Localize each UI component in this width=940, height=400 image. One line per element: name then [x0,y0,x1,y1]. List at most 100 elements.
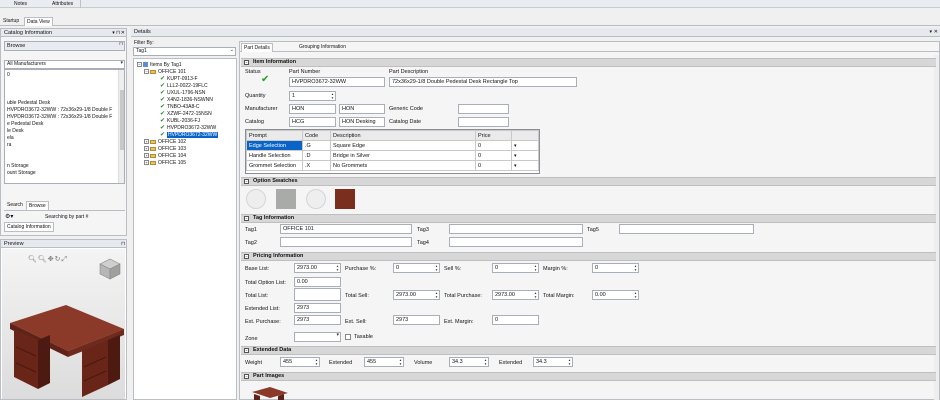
manufacturer-name-field[interactable]: HON [339,104,385,114]
spin-icon[interactable]: ▲ ▼ [534,264,537,272]
collapse-icon[interactable]: − [244,374,249,379]
spin-icon[interactable]: ▲ ▼ [568,358,571,366]
collapse-icon[interactable]: − [137,62,142,68]
collapse-icon[interactable]: − [144,69,149,75]
extended2-field[interactable]: 34.3 ▲ ▼ [533,357,573,367]
spin-icon[interactable]: ▲ ▼ [634,291,637,299]
spin-icon[interactable]: ▲ ▼ [336,264,339,272]
collapse-icon[interactable]: − [244,179,249,184]
table-row[interactable]: Grommet Selection .X No Grommets 0 ▾ [246,160,539,171]
catalog-date-field[interactable] [458,117,509,127]
cell-description[interactable]: Bridge in Silver [330,150,476,161]
swatch-empty[interactable] [246,189,266,209]
tab-attributes[interactable]: Attributes [52,1,73,7]
spin-icon[interactable]: ▲ ▼ [534,291,537,299]
cell-code[interactable]: .D [302,150,331,161]
cell-prompt[interactable]: Edge Selection [246,140,303,151]
cell-description[interactable]: No Grommets [330,160,476,171]
list-item[interactable]: ela [7,135,14,142]
item-info-header[interactable]: − Item Information [241,58,936,67]
tree-part-item[interactable]: ✔ HVPDRO3672-32WW [160,132,219,139]
tree-part-item[interactable]: ✔ KUBL-2036-FJ [160,118,200,125]
cell-prompt[interactable]: Handle Selection [246,150,303,161]
list-item[interactable]: HVPDRO3672-32WW : 72x36x29-1/8 Double F [7,114,112,121]
swatch-silver[interactable] [276,189,296,209]
list-item[interactable]: ount Storage [7,170,36,177]
tree-part-item[interactable]: ✔ XZWF-2472-15NSN [160,111,212,118]
spin-icon[interactable]: ▲ ▼ [315,358,318,366]
tag3-field[interactable] [449,224,583,234]
collapse-icon[interactable]: − [244,348,249,353]
zone-dropdown[interactable]: ▾ [294,332,341,342]
total-margin-field[interactable]: 0.00 ▲ ▼ [592,290,639,300]
settings-icon[interactable]: ⚙▾ [5,213,13,220]
tab-notes[interactable]: Notes [14,1,27,7]
list-item[interactable]: n Storage [7,163,29,170]
tree-office-101[interactable]: − OFFICE 101 [144,69,186,76]
tree-part-item[interactable]: ✔ X4N2-1836-NSWNN [160,97,213,104]
list-scrollbar[interactable] [118,70,124,183]
list-item[interactable]: e Pedestal Desk [7,121,43,128]
pan-icon[interactable]: ✥ [48,256,55,263]
expand-icon[interactable]: + [144,146,149,152]
tree-office-item[interactable]: + OFFICE 104 [144,153,186,160]
tree-part-item[interactable]: ✔ LLL2-0022-19FLC [160,83,208,90]
spin-icon[interactable]: ▲ ▼ [484,358,487,366]
manufacturer-dropdown[interactable]: All Manufacturers ▾ [4,60,125,69]
cell-price[interactable]: 0 [475,140,512,151]
tag4-field[interactable] [449,237,583,247]
cell-description[interactable]: Square Edge [330,140,476,151]
purchase-pct-field[interactable]: 0 ▲ ▼ [393,263,440,273]
zoom-out-icon[interactable]: 🔍︎ [38,256,48,263]
swatch-empty[interactable] [306,189,326,209]
pricing-header[interactable]: − Pricing Information [241,252,936,261]
catalog-list[interactable]: 0 uble Pedestal Desk HVPDRO3672-32WW : 72x… [4,69,125,184]
table-row[interactable]: Handle Selection .D Bridge in Silver 0 ▾ [246,150,539,161]
ext-purchase-field[interactable]: 2973 [294,315,341,325]
volume-field[interactable]: 34.3 ▲ ▼ [449,357,489,367]
browse-field[interactable]: Browse ⊓ [4,41,125,51]
spin-icon[interactable]: ▲ ▼ [634,264,637,272]
collapse-icon[interactable]: − [244,216,249,221]
extended-data-header[interactable]: − Extended Data [241,346,936,355]
list-item[interactable]: uble Pedestal Desk [7,100,50,107]
cell-price[interactable]: 0 [475,160,512,171]
taxable-checkbox[interactable] [345,334,351,340]
tree-part-item[interactable]: ✔ TNBO-43A8-C [160,104,200,111]
close-icon[interactable]: ✕ [934,29,938,35]
part-images-header[interactable]: − Part Images [241,372,936,381]
extended-list-field[interactable]: 2973 [294,303,341,313]
expand-icon[interactable]: + [144,139,149,145]
pin-icon[interactable]: ⊓ [121,240,125,248]
part-number-field[interactable]: HVPDRO3672-32WW [289,77,385,87]
preview-viewport[interactable]: 🔍︎🔍︎✥↻⤢ [2,249,125,399]
cell-dropdown[interactable]: ▾ [511,140,539,151]
tag5-field[interactable] [619,224,754,234]
spin-icon[interactable]: ▲ ▼ [399,358,402,366]
tree-part-item[interactable]: ✔ KUPT-0913-F [160,76,198,83]
tree-office-item[interactable]: + OFFICE 103 [144,146,186,153]
tree-part-item[interactable]: ✔ HVPDRO3672-32WW [160,125,216,132]
spin-icon[interactable]: ▲ ▼ [331,92,334,100]
table-row[interactable]: Edge Selection .G Square Edge 0 ▾ [246,140,539,151]
ext-margin-field[interactable]: 0 [492,315,539,325]
tag2-field[interactable] [280,237,412,247]
total-sell-field[interactable]: 2973.00 ▲ ▼ [393,290,440,300]
weight-field[interactable]: 455 ▲ ▼ [280,357,320,367]
total-purchase-field[interactable]: 2973.00 ▲ ▼ [492,290,539,300]
scrollbar-thumb[interactable] [120,90,124,150]
cell-prompt[interactable]: Grommet Selection [246,160,303,171]
catalog-code-field[interactable]: HCG [289,117,336,127]
tab-data-view[interactable]: Data View [24,17,53,26]
tree-office-item[interactable]: + OFFICE 105 [144,160,186,167]
expand-icon[interactable]: + [144,153,149,159]
tree-office-item[interactable]: + OFFICE 102 [144,139,186,146]
list-item[interactable]: le Desk [7,128,24,135]
tab-startup[interactable]: Startup [3,18,19,24]
spin-icon[interactable]: ▲ ▼ [435,291,438,299]
option-swatches-header[interactable]: − Option Swatches [241,177,936,186]
part-image-thumbnail[interactable] [250,386,290,400]
swatch-cherry[interactable] [335,189,355,209]
tree-root[interactable]: − Items By Tag1 [137,62,182,69]
cell-dropdown[interactable]: ▾ [511,160,539,171]
